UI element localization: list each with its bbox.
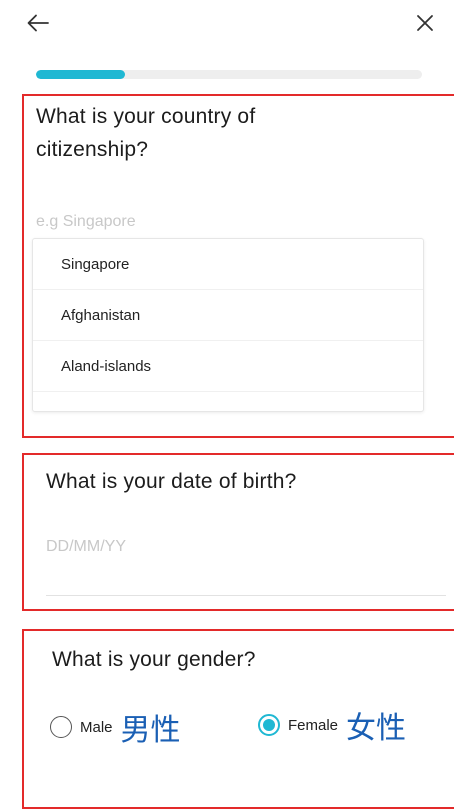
birth-date-input-placeholder: DD/MM/YY bbox=[46, 538, 126, 555]
dropdown-option-singapore[interactable]: Singapore bbox=[33, 239, 423, 290]
arrow-left-icon bbox=[27, 14, 49, 32]
citizenship-question-line2: citizenship? bbox=[36, 138, 149, 161]
progress-bar-fill bbox=[36, 70, 125, 79]
gender-question: What is your gender? bbox=[52, 648, 256, 671]
dropdown-option-label: Afghanistan bbox=[61, 306, 141, 324]
dropdown-option-label: Singapore bbox=[61, 255, 130, 273]
back-button[interactable] bbox=[22, 6, 54, 40]
citizenship-input[interactable]: e.g Singapore bbox=[36, 213, 416, 235]
female-radio[interactable] bbox=[258, 714, 280, 736]
gender-option-female[interactable]: Female 女性 bbox=[258, 705, 407, 746]
dropdown-option-label: Aland-islands bbox=[61, 357, 152, 375]
citizenship-question: What is your country of citizenship? bbox=[36, 100, 416, 166]
male-radio[interactable] bbox=[50, 716, 72, 738]
country-dropdown[interactable]: Singapore Afghanistan Aland-islands bbox=[32, 238, 424, 412]
birth-date-question: What is your date of birth? bbox=[46, 470, 297, 493]
birth-date-input[interactable]: DD/MM/YY bbox=[46, 538, 446, 562]
female-cjk-label: 女性 bbox=[346, 711, 407, 746]
male-cjk-label: 男性 bbox=[120, 713, 181, 748]
citizenship-question-line1: What is your country of bbox=[36, 105, 256, 128]
progress-bar bbox=[36, 70, 422, 79]
citizenship-input-placeholder: e.g Singapore bbox=[36, 213, 136, 230]
male-label: Male bbox=[80, 718, 113, 736]
dropdown-option-afghanistan[interactable]: Afghanistan bbox=[33, 290, 423, 341]
female-label: Female bbox=[288, 716, 339, 734]
birth-date-underline bbox=[46, 595, 446, 596]
close-button[interactable] bbox=[410, 6, 440, 40]
female-radio-dot bbox=[263, 719, 275, 731]
dropdown-option-aland-islands[interactable]: Aland-islands bbox=[33, 341, 423, 392]
close-icon bbox=[417, 15, 433, 31]
gender-option-male[interactable]: Male 男性 bbox=[50, 707, 181, 748]
